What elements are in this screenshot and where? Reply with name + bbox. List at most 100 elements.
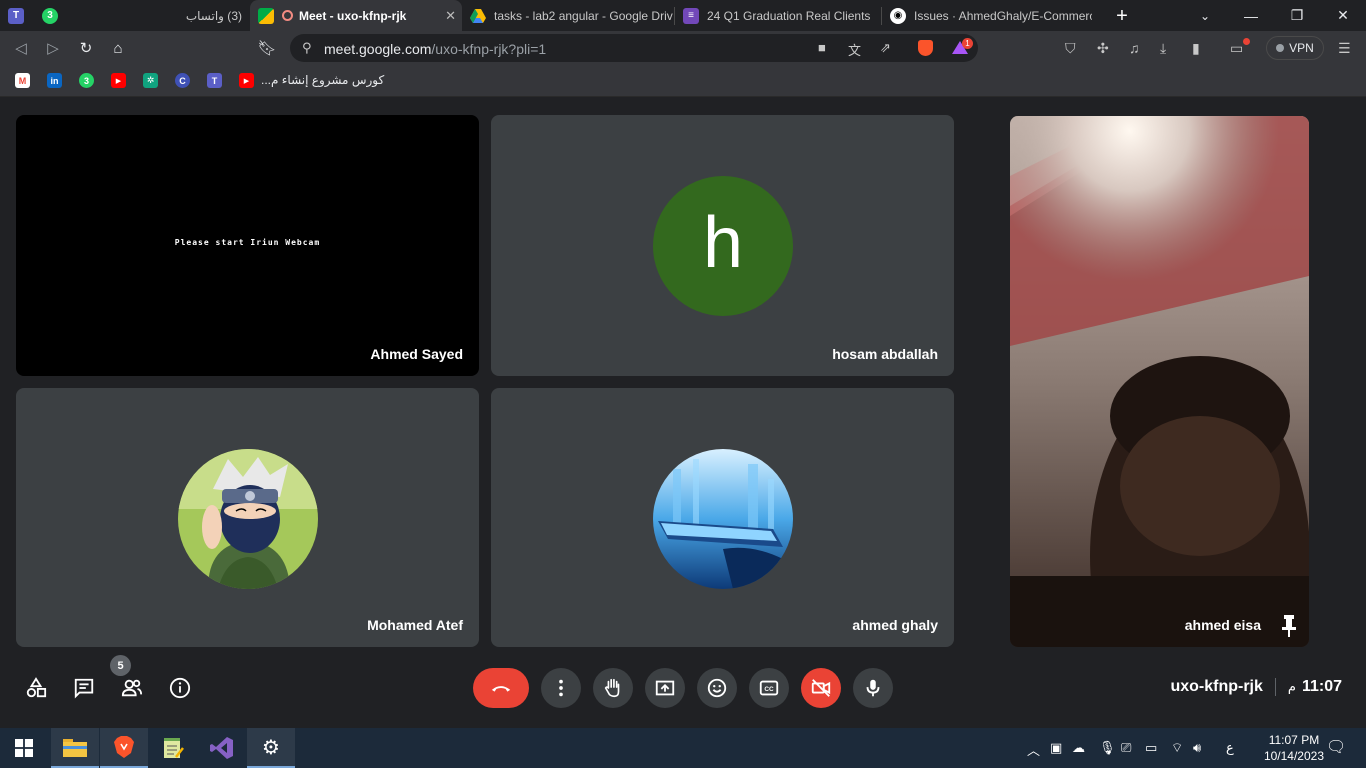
present-screen-button[interactable] (645, 668, 685, 708)
file-explorer-taskbar-button[interactable] (51, 728, 99, 768)
tab-github-issues[interactable]: ◉ Issues · AhmedGhaly/E-Commerc (882, 0, 1092, 31)
visual-studio-taskbar-button[interactable] (198, 728, 246, 768)
camera-toggle-button[interactable] (801, 668, 841, 708)
close-tab-icon[interactable]: ✕ (445, 8, 456, 24)
windows-logo-icon (15, 739, 33, 757)
tab-teams[interactable]: T (0, 0, 34, 31)
wifi-icon[interactable]: ⌔ (1171, 740, 1183, 756)
forms-icon: ≡ (683, 7, 699, 24)
more-options-button[interactable] (541, 668, 581, 708)
new-tab-button[interactable]: + (1110, 4, 1134, 28)
whatsapp-bookmark-icon[interactable]: 3 (79, 73, 94, 88)
restore-button[interactable]: ❐ (1274, 0, 1320, 31)
settings-taskbar-button[interactable]: ⚙ (247, 728, 295, 768)
shield-extension-icon[interactable]: ⛉ (1065, 40, 1076, 57)
battery-icon[interactable]: ▭ (1145, 740, 1157, 756)
close-window-button[interactable]: ✕ (1320, 0, 1366, 31)
divider (1274, 678, 1276, 696)
participant-tile-mohamed-atef[interactable]: Mohamed Atef (16, 388, 479, 647)
notepad-taskbar-button[interactable] (149, 728, 197, 768)
downloads-icon[interactable]: ⤓ (1160, 40, 1166, 57)
tab-whatsapp[interactable]: (3) واتساب (66, 0, 250, 31)
chat-icon[interactable] (72, 676, 96, 700)
avatar-initial: h (702, 203, 744, 283)
start-button[interactable] (0, 728, 48, 768)
meeting-time: 11:07 (1301, 678, 1342, 695)
emoji-icon (707, 678, 727, 698)
media-music-icon[interactable]: ♫ (1129, 40, 1140, 56)
meeting-code: uxo-kfnp-rjk (1170, 678, 1263, 695)
self-camera-feed (1010, 116, 1309, 647)
share-icon[interactable]: ⇗ (880, 40, 891, 56)
meeting-info: uxo-kfnp-rjk م 11:07 (1170, 678, 1342, 696)
menu-hamburger-icon[interactable]: ☰ (1338, 40, 1351, 57)
teams-bookmark-icon[interactable]: T (207, 73, 222, 88)
drive-icon (470, 8, 486, 24)
reload-icon[interactable]: ↻ (75, 37, 97, 59)
chatgpt-bookmark-icon[interactable]: ✲ (143, 73, 158, 88)
more-vert-icon (559, 679, 563, 697)
hand-icon (604, 678, 620, 698)
tab-whatsapp-pinned[interactable]: 3 (34, 0, 66, 31)
notifications-icon[interactable]: 🗨︎ (1326, 737, 1346, 757)
tab-google-forms[interactable]: ≡ 24 Q1 Graduation Real Clients (675, 0, 881, 31)
vpn-label: VPN (1289, 41, 1314, 55)
linkedin-bookmark-icon[interactable]: in (47, 73, 62, 88)
leave-call-button[interactable] (473, 668, 529, 708)
recording-dot-icon (282, 10, 293, 21)
input-language[interactable]: ع (1226, 740, 1234, 756)
activities-icon[interactable] (24, 676, 48, 700)
tab-meet[interactable]: Meet - uxo-kfnp-rjk ✕ (250, 0, 462, 31)
volume-icon[interactable]: 🔊︎ (1193, 740, 1201, 756)
participant-name: Ahmed Sayed (370, 346, 463, 362)
forward-arrow-icon[interactable]: ▷ (42, 37, 64, 59)
microphone-toggle-button[interactable] (853, 668, 893, 708)
participant-name: ahmed eisa (1184, 617, 1261, 633)
brave-shields-icon[interactable] (918, 40, 933, 56)
self-view-tile[interactable]: ahmed eisa (1010, 116, 1309, 647)
tab-search-chevron-icon[interactable]: ⌄ (1182, 0, 1228, 31)
participant-tile-ahmed-sayed[interactable]: Please start Iriun Webcam Ahmed Sayed (16, 115, 479, 376)
extensions-puzzle-icon[interactable]: ✣ (1097, 40, 1109, 57)
camera-permission-icon[interactable]: ■ (818, 40, 826, 55)
avatar-letter: h (653, 176, 793, 316)
tab-google-drive[interactable]: tasks - lab2 angular - Google Driv (462, 0, 674, 31)
minimize-button[interactable]: — (1228, 0, 1274, 31)
people-icon[interactable] (120, 676, 144, 700)
participant-tile-ahmed-ghaly[interactable]: ahmed ghaly (491, 388, 954, 647)
address-bar[interactable]: ⚲ meet.google.com/uxo-kfnp-rjk?pli=1 ■ 文… (290, 34, 978, 62)
translate-icon[interactable]: 文 (848, 40, 861, 59)
back-arrow-icon[interactable]: ◁ (10, 37, 32, 59)
microphone-tray-icon[interactable]: 🎙︎ (1099, 740, 1116, 756)
github-icon: ◉ (890, 7, 906, 24)
course-bookmark-label[interactable]: كورس مشروع إنشاء م... (261, 73, 384, 87)
pin-icon[interactable] (1281, 615, 1297, 637)
tab-label: 24 Q1 Graduation Real Clients (707, 8, 871, 23)
meet-tray-icon[interactable]: ▣ (1050, 740, 1062, 756)
taskbar-clock[interactable]: 11:07 PM 10/14/2023 (1264, 732, 1324, 764)
vpn-button[interactable]: VPN (1266, 36, 1324, 60)
bookmarks-bar: M in 3 ▶ ✲ C T ▶ كورس مشروع إنشاء م... (0, 65, 1366, 97)
tab-label: Issues · AhmedGhaly/E-Commerc (914, 8, 1092, 23)
browser-tab-strip: T 3 (3) واتساب Meet - uxo-kfnp-rjk ✕ tas… (0, 0, 1366, 31)
reactions-button[interactable] (697, 668, 737, 708)
brave-taskbar-button[interactable] (100, 728, 148, 768)
onedrive-cloud-icon[interactable]: ☁ (1072, 740, 1085, 756)
gmail-bookmark-icon[interactable]: M (15, 73, 30, 88)
avatar-image-tech (653, 449, 793, 589)
youtube-bookmark-icon[interactable]: ▶ (111, 73, 126, 88)
raise-hand-button[interactable] (593, 668, 633, 708)
meeting-details-info-icon[interactable] (168, 676, 192, 700)
site-settings-icon[interactable]: ⚲ (302, 40, 312, 56)
youtube-course-bookmark-icon[interactable]: ▶ (239, 73, 254, 88)
show-hidden-icons-chevron-icon[interactable]: ︿ (1027, 740, 1040, 759)
wallet-icon[interactable]: ▭ (1230, 40, 1243, 57)
bookmark-icon[interactable]: 🔖︎ (256, 37, 278, 59)
phone-link-tray-icon[interactable]: ⎚ (1121, 740, 1131, 756)
app-bookmark-icon[interactable]: C (175, 73, 190, 88)
url-text[interactable]: meet.google.com/uxo-kfnp-rjk?pli=1 (324, 41, 546, 57)
sidebar-toggle-icon[interactable]: ▮ (1192, 40, 1200, 57)
home-icon[interactable]: ⌂ (107, 37, 129, 59)
captions-button[interactable]: CC (749, 668, 789, 708)
participant-tile-hosam-abdallah[interactable]: h hosam abdallah (491, 115, 954, 376)
